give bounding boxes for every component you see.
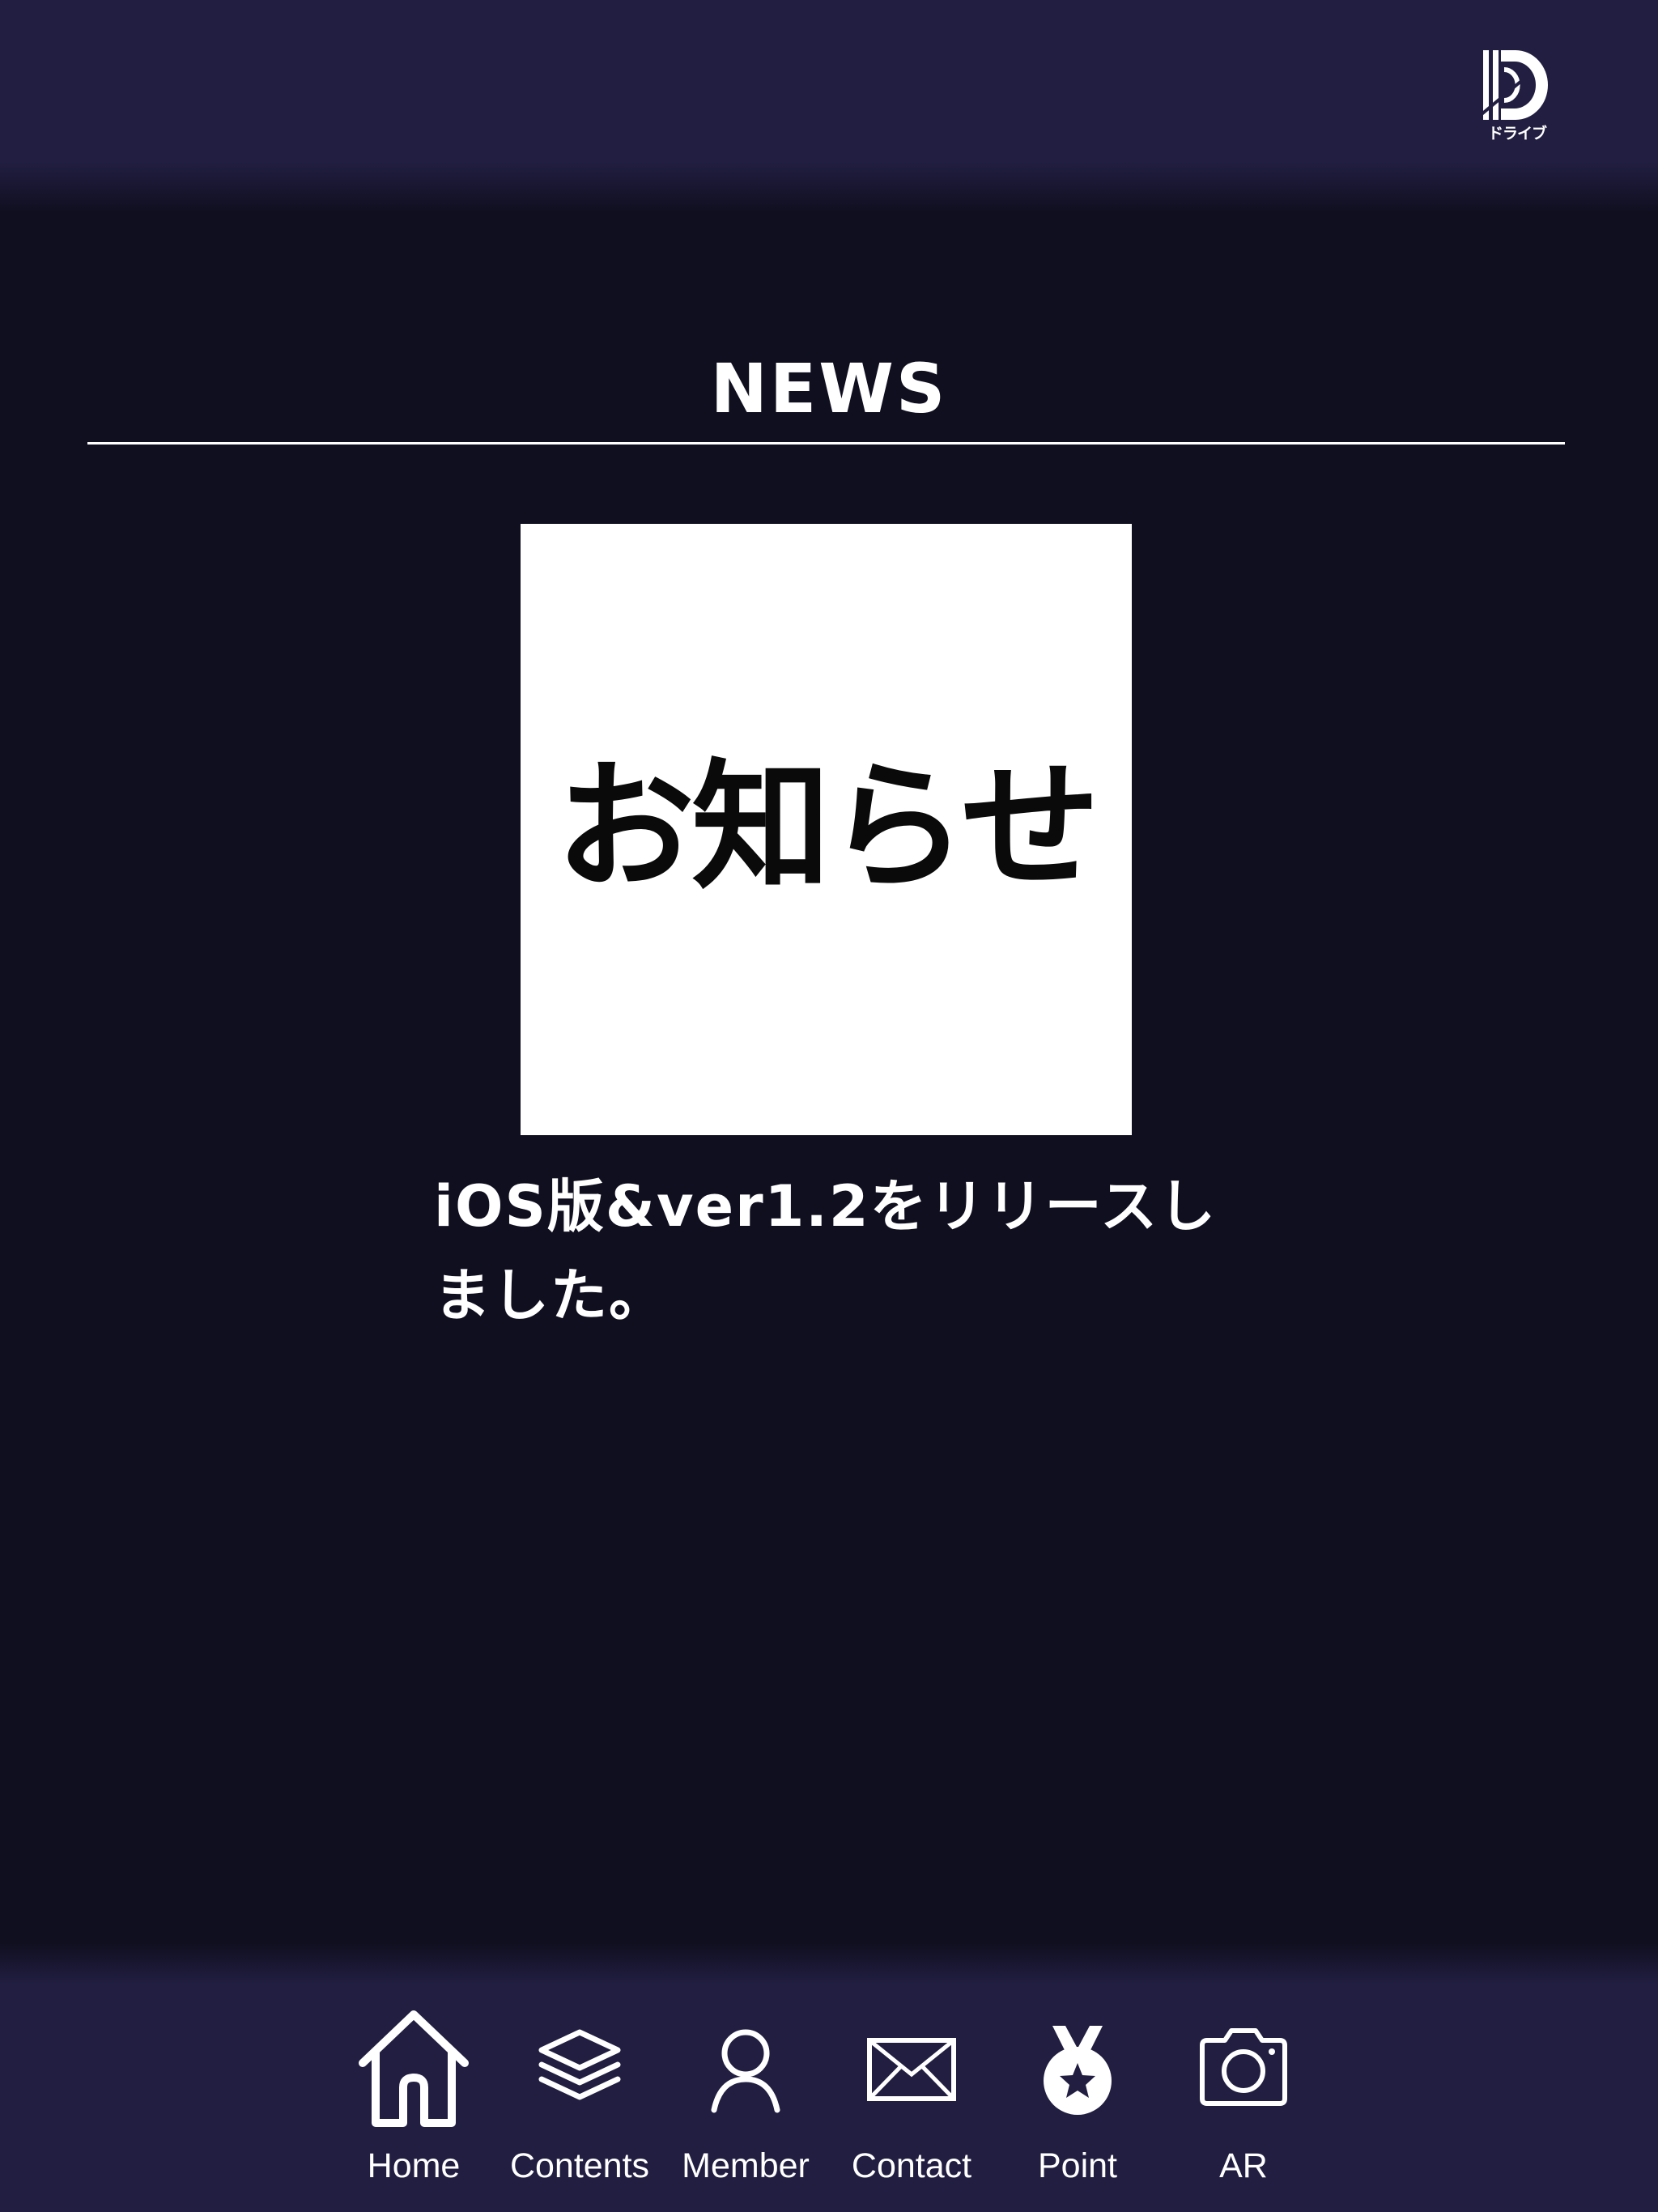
- layers-icon: [538, 2029, 621, 2100]
- tab-member[interactable]: Member: [665, 2008, 827, 2194]
- medal-icon: [1044, 2026, 1112, 2115]
- tab-label: Home: [367, 2146, 461, 2185]
- tab-contents[interactable]: Contents: [499, 2008, 661, 2194]
- tab-point[interactable]: Point: [997, 2008, 1158, 2194]
- person-icon: [711, 2029, 780, 2113]
- tab-contact[interactable]: Contact: [831, 2008, 993, 2194]
- tab-home[interactable]: Home: [333, 2008, 495, 2194]
- home-icon: [359, 2010, 469, 2127]
- news-thumbnail[interactable]: お知らせ: [521, 524, 1132, 1135]
- tab-ar[interactable]: AR: [1163, 2008, 1324, 2194]
- page-title: NEWS: [710, 349, 948, 428]
- app-screen: ドライブ NEWS お知らせ iOS版&ver1.2をリリースしました。 Hom…: [0, 0, 1658, 2212]
- news-item-text[interactable]: iOS版&ver1.2をリリースしました。: [434, 1162, 1227, 1340]
- bottom-tab-bar: [0, 1943, 1658, 2212]
- tab-label: Contents: [509, 2146, 650, 2185]
- tab-label: Contact: [851, 2146, 972, 2185]
- logo-mark-icon: [1479, 50, 1548, 120]
- logo-text: ドライブ: [1487, 125, 1547, 143]
- tab-label: Member: [682, 2146, 810, 2185]
- tab-label: AR: [1219, 2146, 1268, 2185]
- news-thumbnail-text: お知らせ: [555, 746, 1100, 908]
- camera-icon: [1200, 2028, 1287, 2106]
- header-bar: ドライブ: [0, 0, 1658, 212]
- title-divider: [87, 442, 1565, 445]
- app-logo[interactable]: ドライブ: [1477, 45, 1558, 146]
- mail-icon: [867, 2038, 956, 2101]
- tab-label: Point: [1037, 2146, 1117, 2185]
